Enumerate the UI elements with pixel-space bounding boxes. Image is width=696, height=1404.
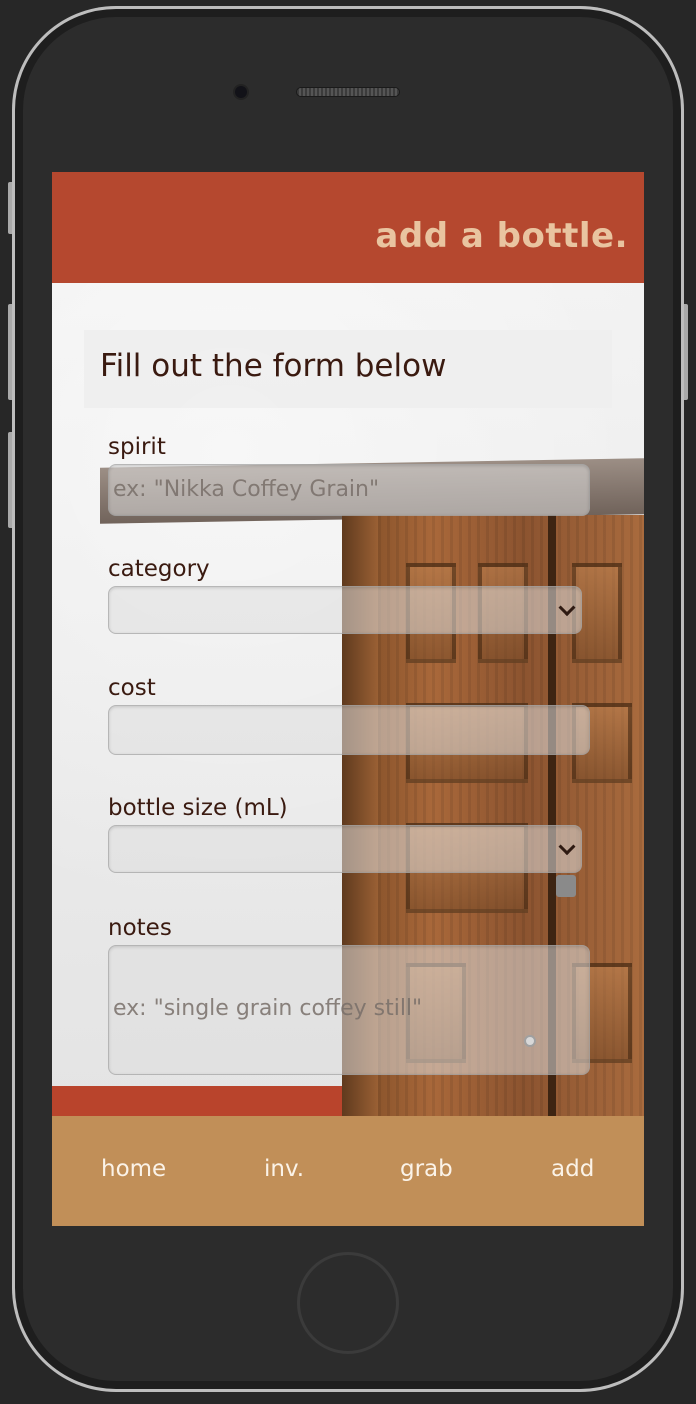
nav-grab[interactable]: grab	[400, 1156, 453, 1182]
chevron-down-icon	[558, 838, 576, 856]
spirit-input[interactable]: ex: "Nikka Coffey Grain"	[108, 464, 590, 516]
bottle-size-select[interactable]	[108, 825, 582, 873]
chevron-down-icon	[558, 599, 576, 617]
spirit-placeholder: ex: "Nikka Coffey Grain"	[113, 477, 380, 502]
earpiece-speaker	[296, 87, 400, 97]
wall-stripe	[52, 1086, 342, 1116]
cost-label: cost	[108, 675, 156, 701]
form-heading-box: Fill out the form below	[84, 330, 612, 408]
form-heading: Fill out the form below	[100, 348, 447, 384]
category-label: category	[108, 556, 210, 582]
nav-home[interactable]: home	[101, 1156, 166, 1182]
bottom-nav: home inv. grab add	[52, 1116, 644, 1226]
category-select[interactable]	[108, 586, 582, 634]
app-screen: add a bottle. Fill out the form below sp…	[52, 172, 644, 1226]
notes-textarea[interactable]: ex: "single grain coffey still"	[108, 945, 590, 1075]
notes-label: notes	[108, 915, 172, 941]
notes-placeholder: ex: "single grain coffey still"	[113, 996, 423, 1021]
nav-add[interactable]: add	[551, 1156, 594, 1182]
page-title: add a bottle.	[375, 216, 628, 256]
front-camera	[235, 86, 247, 98]
bottle-size-label: bottle size (mL)	[108, 795, 288, 821]
home-button[interactable]	[297, 1252, 399, 1354]
nav-inventory[interactable]: inv.	[264, 1156, 304, 1182]
padlock	[556, 875, 576, 897]
cost-input[interactable]	[108, 705, 590, 755]
spirit-label: spirit	[108, 434, 166, 460]
app-header: add a bottle.	[52, 172, 644, 283]
